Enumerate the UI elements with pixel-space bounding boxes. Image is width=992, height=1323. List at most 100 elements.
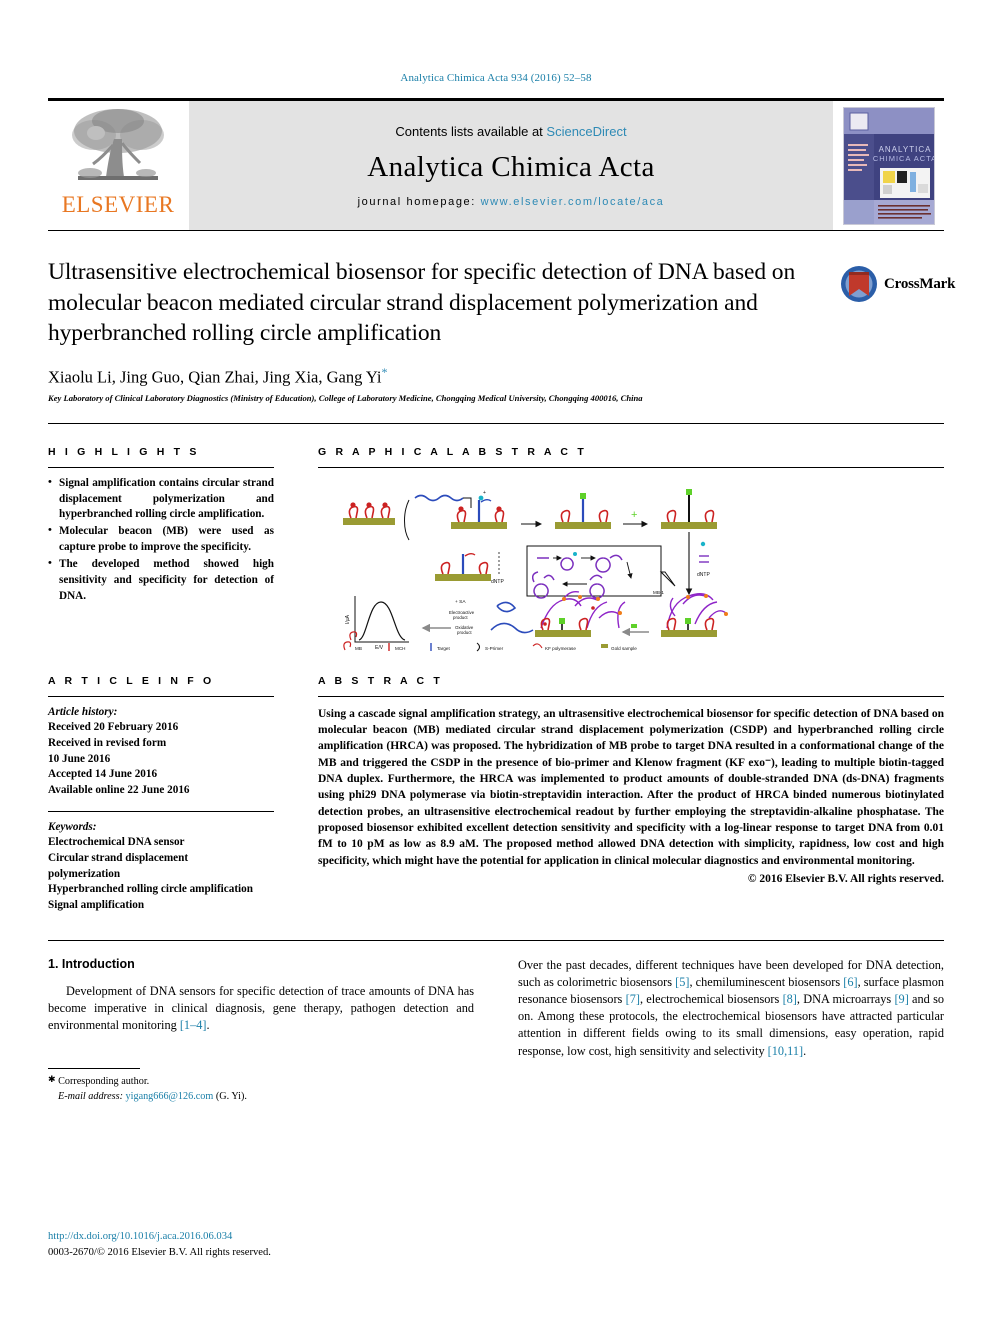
masthead-bottom-rule — [48, 230, 944, 231]
svg-text:dNTP: dNTP — [697, 572, 710, 578]
intro-seg: , chemiluminescent biosensors — [689, 974, 844, 989]
svg-text:+: + — [483, 490, 486, 496]
intro-seg: , electrochemical biosensors — [639, 992, 783, 1007]
asterisk-icon: ✱ — [48, 1074, 56, 1085]
crossmark-badge[interactable]: CrossMark — [840, 261, 955, 307]
svg-text:dNTP: dNTP — [491, 579, 504, 585]
highlights-list: Signal amplification contains circular s… — [48, 475, 274, 605]
doi-link[interactable]: http://dx.doi.org/10.1016/j.aca.2016.06.… — [48, 1229, 271, 1245]
svg-text:+: + — [631, 509, 637, 521]
citation-ref[interactable]: [8] — [783, 992, 797, 1006]
graphical-abstract-rule — [318, 466, 944, 468]
svg-text:I/µA: I/µA — [345, 614, 351, 624]
keyword-item: Circular strand displacement — [48, 851, 189, 864]
masthead-center: Contents lists available at ScienceDirec… — [188, 101, 834, 230]
graphical-abstract-heading: G R A P H I C A L A B S T R A C T — [318, 445, 587, 458]
highlights-column: H I G H L I G H T S Signal amplification… — [48, 424, 296, 653]
issn-copyright-line: 0003-2670/© 2016 Elsevier B.V. All right… — [48, 1247, 271, 1259]
keyword-item: Signal amplification — [48, 898, 145, 911]
svg-text:Target: Target — [437, 646, 450, 651]
citation-ref[interactable]: [9] — [894, 992, 908, 1006]
svg-text:S-Primer: S-Primer — [485, 646, 504, 651]
introduction-paragraph-2: Over the past decades, different techniq… — [518, 957, 944, 1060]
crossmark-icon — [840, 265, 878, 303]
article-first-page: Analytica Chimica Acta 934 (2016) 52–58 — [0, 0, 992, 1323]
page-title: Ultrasensitive electrochemical biosensor… — [48, 259, 796, 347]
contents-prefix: Contents lists available at — [395, 123, 547, 139]
author-names: Xiaolu Li, Jing Guo, Qian Zhai, Jing Xia… — [48, 367, 382, 387]
keywords-block: Keywords: Electrochemical DNA sensor Cir… — [48, 820, 274, 914]
affiliation: Key Laboratory of Clinical Laboratory Di… — [48, 393, 643, 404]
cover-art: ANALYTICA CHIMICA ACTA — [843, 106, 935, 225]
doi-footer: http://dx.doi.org/10.1016/j.aca.2016.06.… — [48, 1229, 271, 1261]
svg-text:MB: MB — [355, 646, 362, 651]
article-info-column: A R T I C L E I N F O Article history: R… — [48, 653, 296, 914]
corresponding-author-footnote: ✱ Corresponding author. E-mail address: … — [48, 1068, 474, 1105]
history-item: Received in revised form — [48, 736, 167, 749]
svg-text:CHIMICA ACTA: CHIMICA ACTA — [873, 154, 935, 163]
intro-seg: . — [803, 1043, 807, 1058]
journal-cover-thumbnail: ANALYTICA CHIMICA ACTA — [834, 101, 944, 230]
svg-text:product: product — [453, 615, 468, 620]
email-line: E-mail address: yigang666@126.com (G. Yi… — [48, 1090, 474, 1105]
list-item: The developed method showed high sensiti… — [48, 556, 274, 605]
journal-homepage-line: journal homepage: www.elsevier.com/locat… — [358, 196, 665, 208]
keywords-rule — [48, 810, 274, 812]
svg-text:+ SA: + SA — [455, 599, 466, 605]
elsevier-wordmark: ELSEVIER — [61, 192, 175, 217]
svg-text:KF polymerase: KF polymerase — [545, 646, 576, 651]
abstract-copyright: © 2016 Elsevier B.V. All rights reserved… — [747, 872, 944, 885]
citation-ref[interactable]: [5] — [675, 975, 689, 989]
citation-ref[interactable]: [6] — [843, 975, 857, 989]
graphical-abstract-figure: + dNTP + dNTP MB-1 I/µA E/V + SA Electro… — [318, 478, 944, 659]
email-link[interactable]: yigang666@126.com — [126, 1091, 214, 1102]
journal-title: Analytica Chimica Acta — [367, 150, 655, 183]
corresponding-author-line: ✱ Corresponding author. — [48, 1073, 474, 1090]
body-column-left: 1. Introduction Development of DNA senso… — [48, 957, 496, 1105]
journal-masthead: ELSEVIER Contents lists available at Sci… — [48, 98, 944, 230]
svg-text:product: product — [457, 630, 472, 635]
intro-text-a: Development of DNA sensors for specific … — [48, 983, 474, 1033]
svg-text:ANALYTICA: ANALYTICA — [879, 145, 932, 154]
svg-text:MB-1: MB-1 — [653, 590, 664, 595]
author-list: Xiaolu Li, Jing Guo, Qian Zhai, Jing Xia… — [48, 365, 944, 388]
keyword-item: Hyperbranched rolling circle amplificati… — [48, 883, 253, 896]
homepage-url[interactable]: www.elsevier.com/locate/aca — [481, 196, 665, 208]
body-column-right: Over the past decades, different techniq… — [496, 957, 944, 1105]
homepage-label: journal homepage: — [357, 195, 476, 208]
highlights-graphical-row: H I G H L I G H T S Signal amplification… — [48, 424, 944, 659]
history-item: Received 20 February 2016 — [48, 721, 179, 734]
graphical-abstract-column: G R A P H I C A L A B S T R A C T + dNTP… — [296, 424, 944, 659]
keyword-item: polymerization — [48, 867, 121, 880]
citation-ref[interactable]: [7] — [626, 992, 640, 1006]
elsevier-tree-icon — [66, 105, 170, 191]
list-item: Molecular beacon (MB) were used as captu… — [48, 523, 274, 556]
abstract-column: A B S T R A C T Using a cascade signal a… — [296, 653, 944, 914]
list-item: Signal amplification contains circular s… — [48, 475, 274, 524]
email-label: E-mail address: — [58, 1091, 123, 1103]
svg-text:Gold sample: Gold sample — [611, 646, 637, 651]
article-history-label: Article history: — [48, 705, 118, 718]
article-info-heading: A R T I C L E I N F O — [48, 674, 215, 687]
elsevier-logo: ELSEVIER — [48, 101, 188, 230]
abstract-rule — [318, 695, 944, 697]
footnote-rule — [48, 1068, 140, 1070]
contents-line: Contents lists available at ScienceDirec… — [395, 124, 626, 139]
sciencedirect-link[interactable]: ScienceDirect — [546, 124, 626, 139]
body-top-rule — [48, 939, 944, 941]
history-item: Accepted 14 June 2016 — [48, 768, 158, 781]
abstract-text: Using a cascade signal amplification str… — [318, 707, 944, 867]
article-info-rule — [48, 695, 274, 697]
body-columns: 1. Introduction Development of DNA senso… — [48, 957, 944, 1105]
keywords-label: Keywords: — [48, 820, 97, 833]
articleinfo-abstract-row: A R T I C L E I N F O Article history: R… — [48, 653, 944, 914]
article-history: Article history: Received 20 February 20… — [48, 705, 274, 799]
citation-ref[interactable]: [10,11] — [768, 1044, 803, 1058]
highlights-rule — [48, 466, 274, 468]
email-suffix: (G. Yi). — [215, 1091, 247, 1103]
running-head: Analytica Chimica Acta 934 (2016) 52–58 — [400, 72, 592, 84]
intro-seg: , DNA microarrays — [796, 992, 895, 1007]
title-block: CrossMark Ultrasensitive electrochemical… — [48, 257, 955, 405]
history-item: 10 June 2016 — [48, 752, 111, 765]
citation-ref[interactable]: [1–4] — [180, 1018, 207, 1032]
